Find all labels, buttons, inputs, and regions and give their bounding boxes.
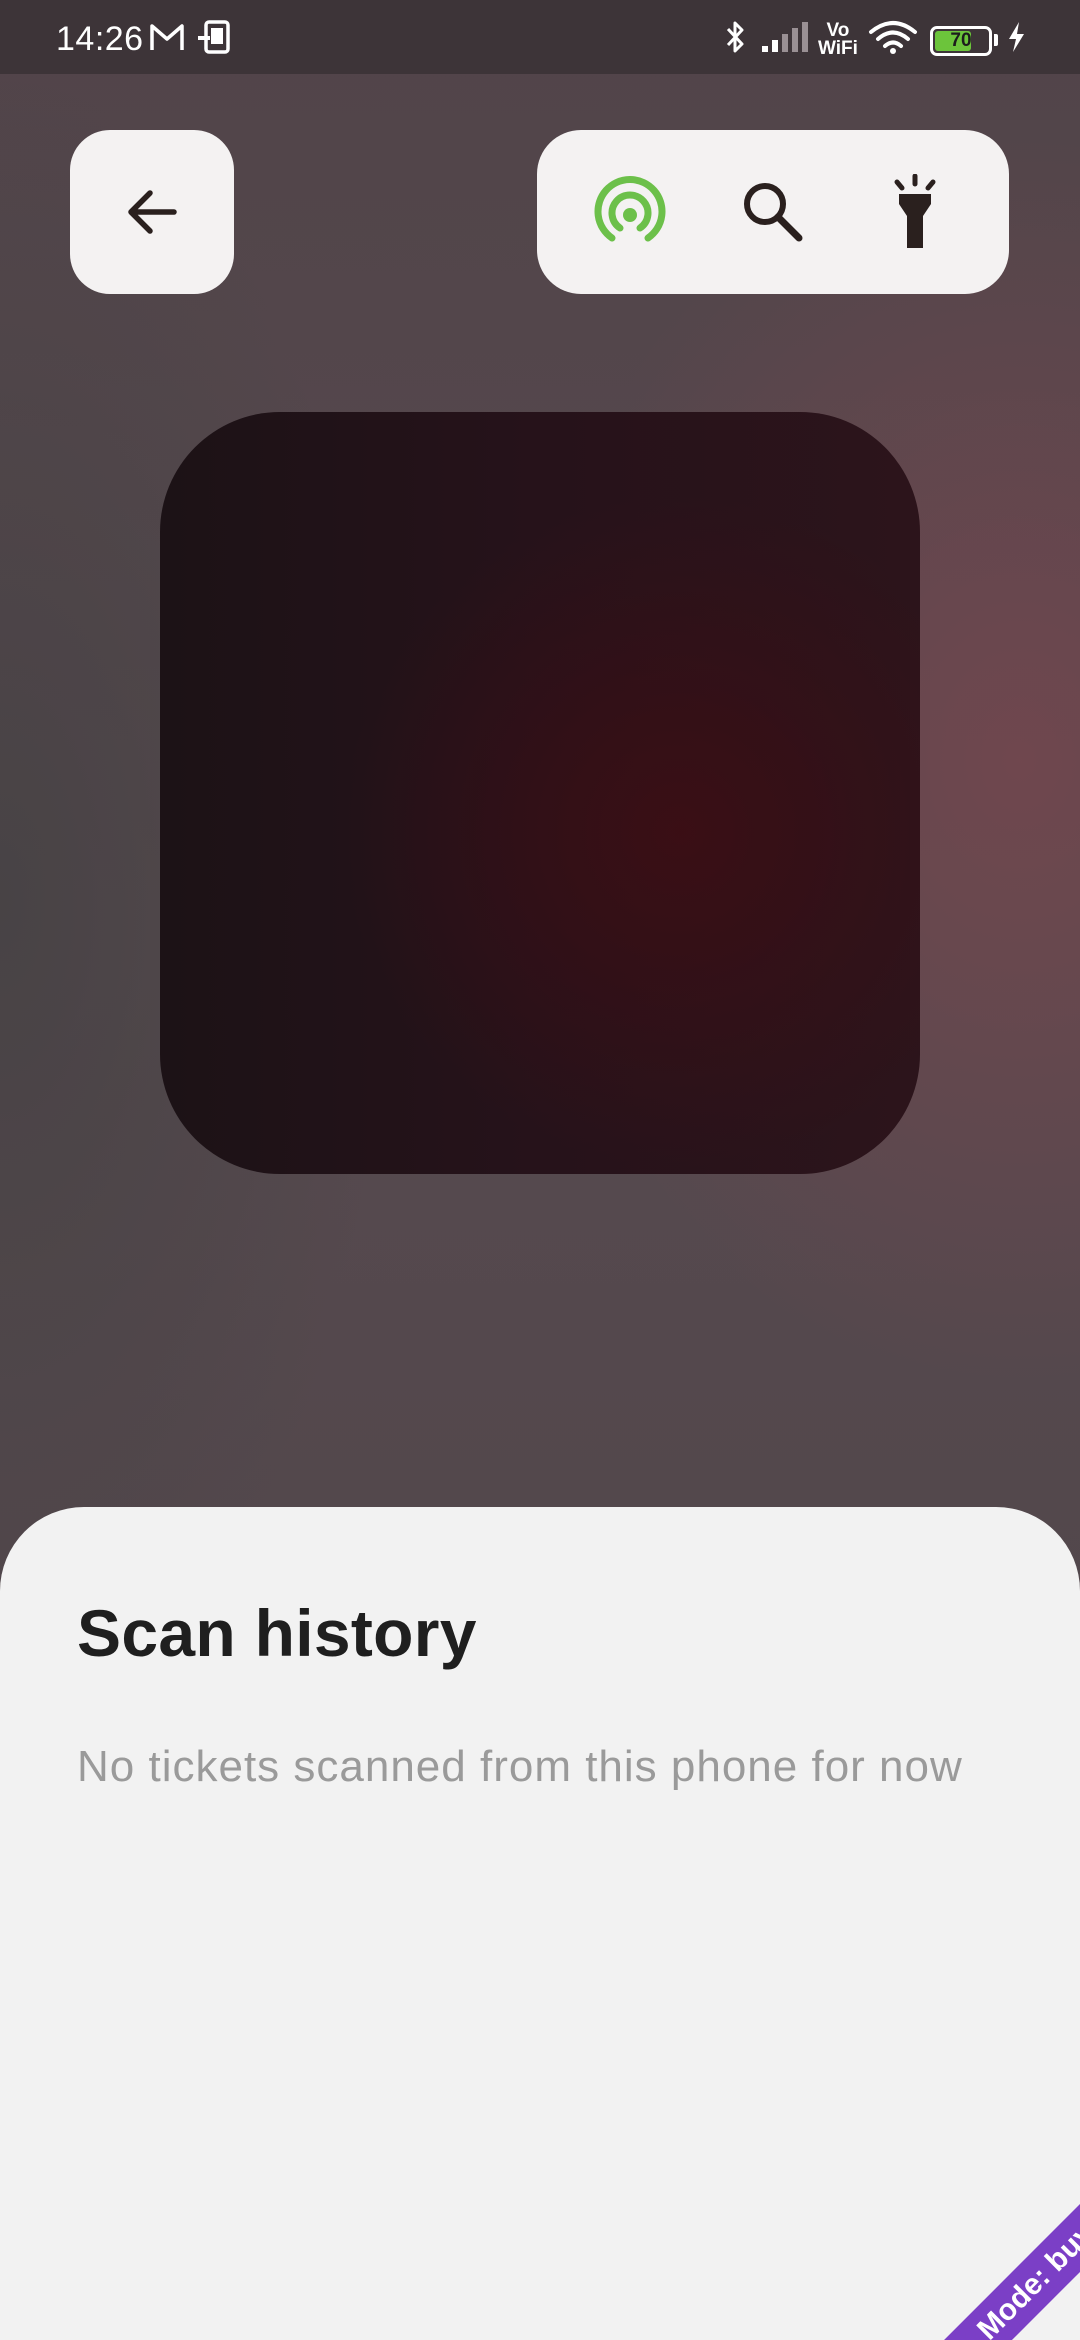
scan-history-empty-message: No tickets scanned from this phone for n…	[77, 1742, 963, 1791]
status-time: 14:26	[56, 20, 144, 58]
search-button[interactable]	[723, 162, 823, 262]
arrow-left-icon	[128, 190, 177, 234]
mode-ribbon: Mode: buy	[898, 2144, 1080, 2340]
vowifi-icon: Vo WiFi	[818, 20, 858, 59]
wifi-icon	[869, 21, 917, 54]
charging-icon	[1009, 22, 1024, 52]
flashlight-button[interactable]	[865, 162, 965, 262]
bluetooth-icon	[726, 21, 744, 53]
mode-ribbon-corner: Mode: buy	[880, 2140, 1080, 2340]
nfc-icon	[594, 176, 666, 242]
scanner-actions-bar	[537, 130, 1009, 294]
status-bar: 14:26 Vo WiFi 70	[0, 0, 1080, 74]
battery-icon: 70	[930, 26, 992, 56]
nfc-button[interactable]	[580, 162, 680, 262]
camera-viewfinder[interactable]	[160, 412, 920, 1174]
battery-percent: 70	[950, 30, 972, 51]
scan-history-title: Scan history	[77, 1596, 477, 1670]
flashlight-icon	[894, 174, 936, 248]
device-icon	[198, 20, 230, 54]
gmail-icon	[150, 24, 184, 50]
signal-icon	[762, 22, 808, 52]
search-icon	[744, 183, 803, 242]
battery-tip	[994, 34, 998, 46]
back-button[interactable]	[70, 130, 234, 294]
